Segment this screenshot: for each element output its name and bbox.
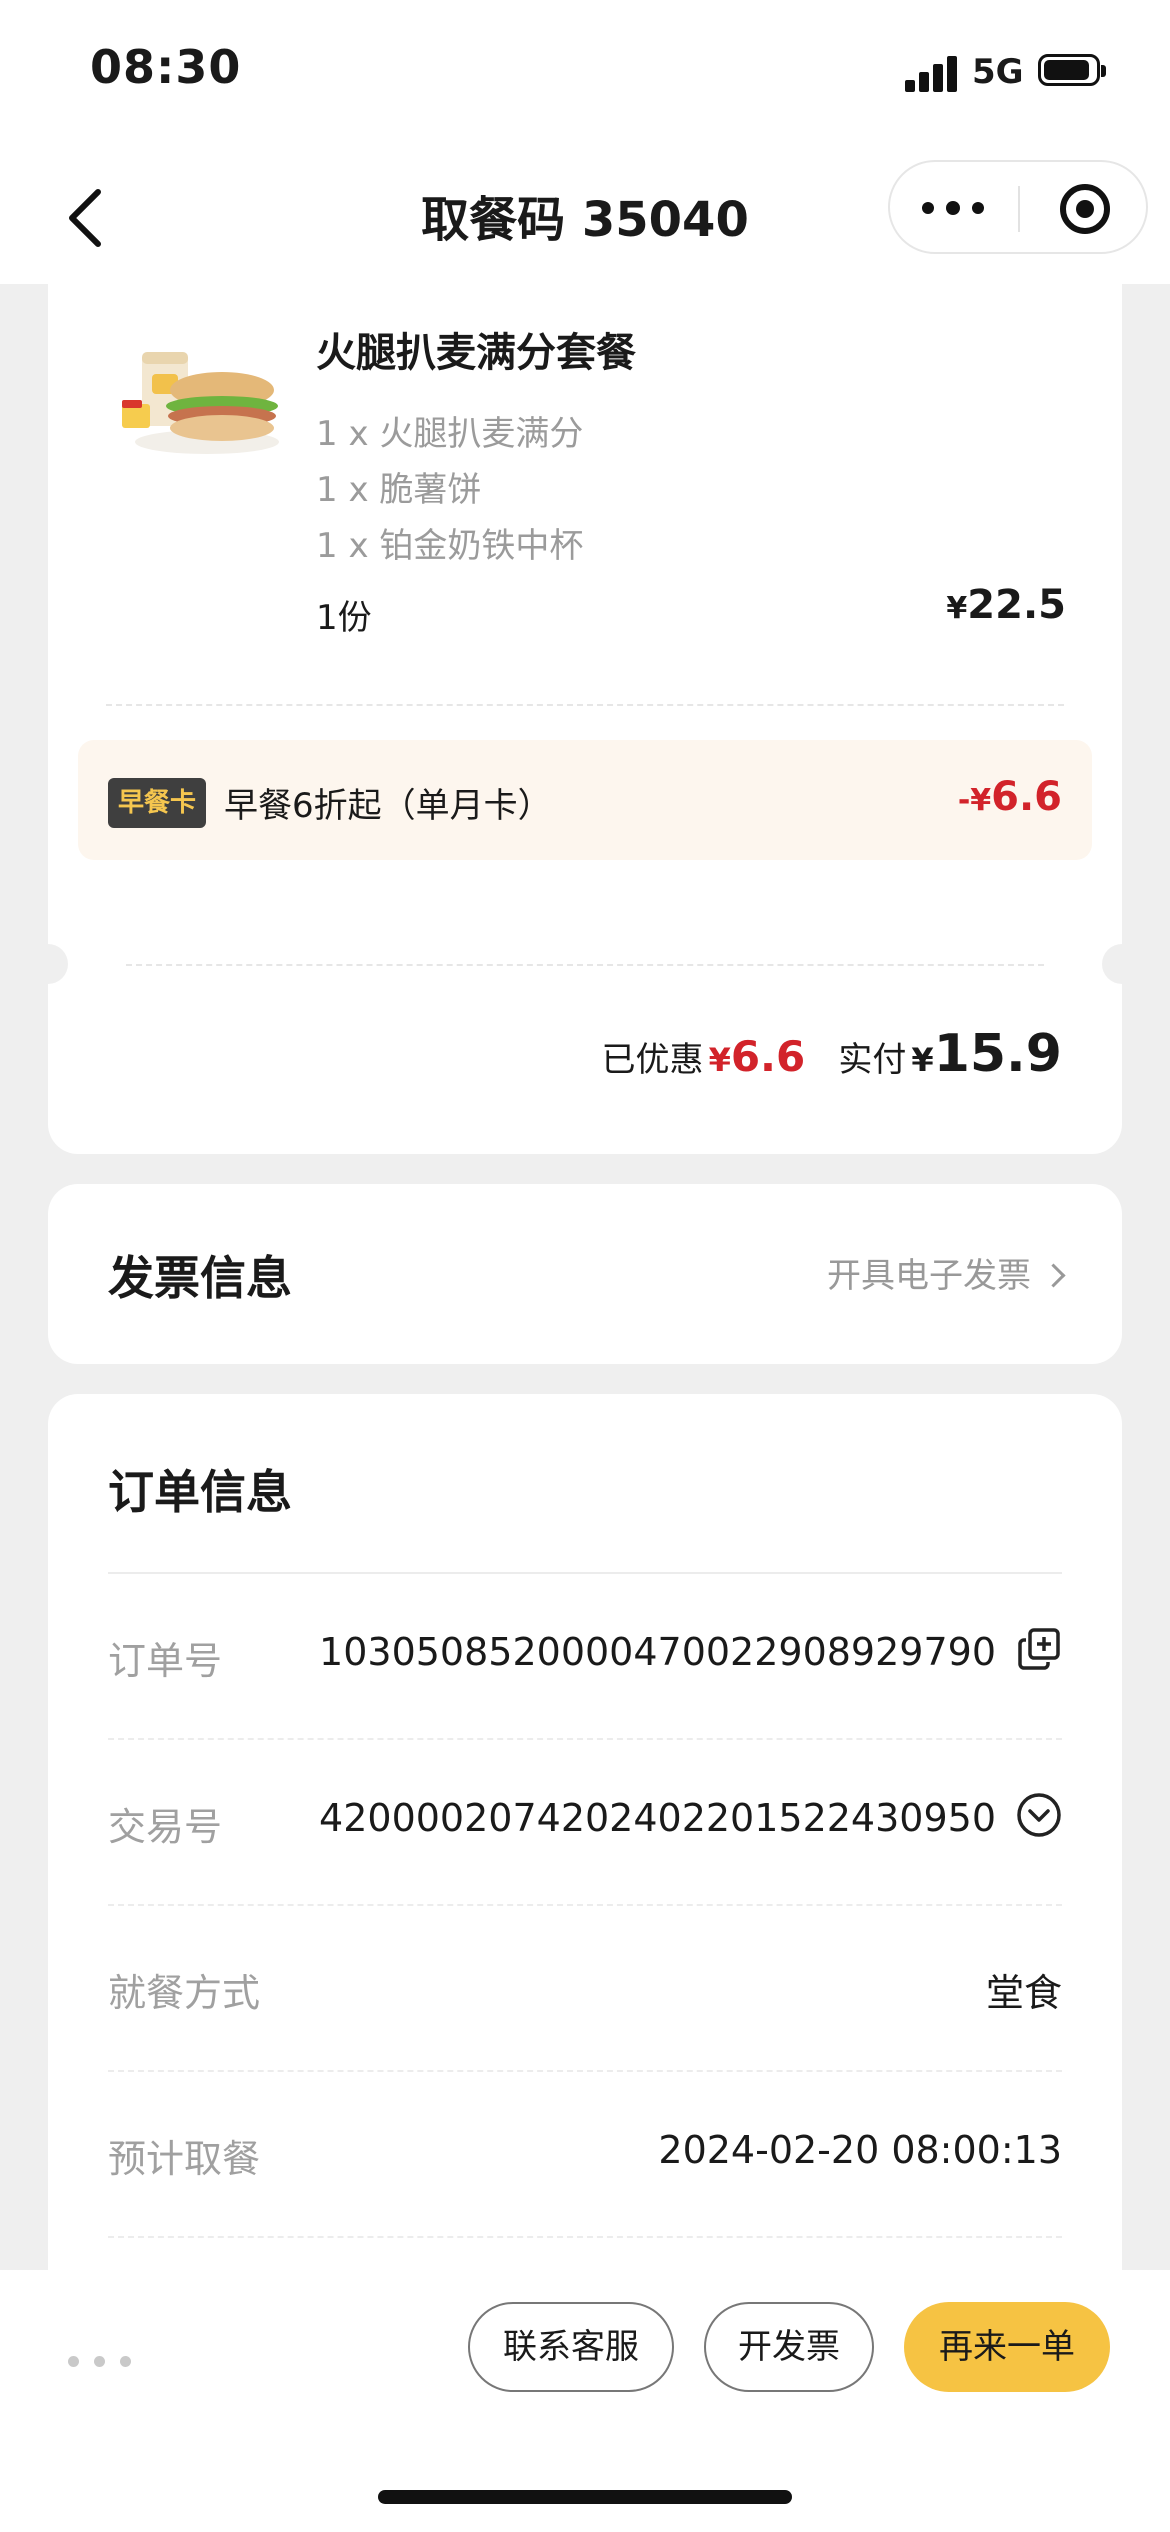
more-dots-icon[interactable]: [68, 2346, 132, 2376]
discount-symbol: ¥: [708, 1041, 731, 1079]
reorder-button[interactable]: 再来一单: [904, 2302, 1110, 2392]
meal-name: 火腿扒麦满分套餐: [316, 330, 636, 376]
meal-item: 1 x 脆薯饼: [316, 470, 482, 510]
discount-value: 6.6: [730, 1032, 806, 1081]
pickup-time: 2024-02-20 08:00:13: [658, 2128, 1062, 2172]
nav-bar: 取餐码 35040: [0, 150, 1170, 284]
info-label: 预计取餐: [108, 2137, 261, 2181]
paid-value: 15.9: [933, 1024, 1062, 1084]
issue-invoice-link[interactable]: 开具电子发票: [827, 1248, 1066, 1297]
promo-row: 早餐卡 早餐6折起（单月卡） -¥6.6: [78, 740, 1092, 860]
dining-method-row: 就餐方式 堂食: [108, 1906, 1062, 2070]
signal-icon: [905, 56, 959, 92]
pickup-time-row: 预计取餐 2024-02-20 08:00:13: [108, 2072, 1062, 2236]
transaction-number: 4200002074202402201522430950: [319, 1796, 996, 1840]
more-dots-icon[interactable]: [920, 182, 990, 234]
transaction-number-row: 交易号 4200002074202402201522430950: [108, 1740, 1062, 1904]
divider: [108, 2236, 1062, 2238]
info-label: 订单号: [108, 1639, 223, 1683]
ticket-notch-right: [1102, 944, 1142, 984]
currency-symbol: ¥: [946, 591, 968, 626]
discount-label: 已优惠: [601, 1040, 704, 1080]
chevron-down-circle-icon[interactable]: [1016, 1792, 1062, 1838]
dining-method: 堂食: [985, 1971, 1062, 2015]
status-time: 08:30: [90, 40, 242, 94]
order-info-title: 订单信息: [108, 1465, 292, 1519]
invoice-title: 发票信息: [108, 1251, 292, 1305]
promo-amount: -¥6.6: [958, 774, 1062, 820]
divider: [106, 704, 1064, 706]
meal-quantity: 1份: [316, 598, 372, 638]
home-indicator: [378, 2490, 792, 2504]
meal-item: 1 x 火腿扒麦满分: [316, 414, 584, 454]
price-value: 22.5: [967, 582, 1066, 628]
contact-support-button[interactable]: 联系客服: [468, 2302, 674, 2392]
promo-amount-prefix: -¥: [957, 783, 992, 818]
network-type: 5G: [972, 52, 1024, 92]
paid-label: 实付: [838, 1040, 907, 1080]
capsule-divider: [1018, 186, 1020, 232]
paid-amount: ¥15.9: [911, 1024, 1062, 1084]
promo-amount-value: 6.6: [991, 774, 1062, 820]
miniprogram-capsule: [888, 160, 1148, 254]
status-bar: 08:30 5G: [0, 0, 1170, 150]
order-card: 火腿扒麦满分套餐 1 x 火腿扒麦满分 1 x 脆薯饼 1 x 铂金奶铁中杯 1…: [28, 284, 1142, 1154]
ticket-notch-left: [28, 944, 68, 984]
target-circle-icon[interactable]: [1058, 182, 1112, 236]
battery-icon: [1038, 54, 1106, 86]
discount-amount: ¥6.6: [709, 1032, 806, 1081]
invoice-card: 发票信息 开具电子发票: [48, 1184, 1122, 1364]
order-info-card: 订单信息 订单号 1030508520000470022908929790 交易…: [48, 1394, 1122, 2294]
promo-tag: 早餐卡: [108, 778, 206, 828]
order-number: 1030508520000470022908929790: [319, 1630, 996, 1674]
info-label: 就餐方式: [108, 1971, 261, 2015]
chevron-right-icon: [1041, 1263, 1066, 1288]
issue-invoice-button[interactable]: 开发票: [704, 2302, 874, 2392]
meal-item: 1 x 铂金奶铁中杯: [316, 526, 584, 566]
issue-invoice-label: 开具电子发票: [827, 1256, 1031, 1296]
copy-icon[interactable]: [1016, 1626, 1062, 1672]
info-label: 交易号: [108, 1805, 223, 1849]
meal-image: [112, 324, 282, 464]
order-number-row: 订单号 1030508520000470022908929790: [108, 1574, 1062, 1738]
ticket-divider: [126, 964, 1044, 966]
meal-price: ¥22.5: [946, 582, 1066, 628]
order-totals: 已优惠 ¥6.6 实付 ¥15.9: [601, 1024, 1062, 1084]
promo-text: 早餐6折起（单月卡）: [224, 786, 552, 826]
paid-symbol: ¥: [911, 1041, 934, 1079]
